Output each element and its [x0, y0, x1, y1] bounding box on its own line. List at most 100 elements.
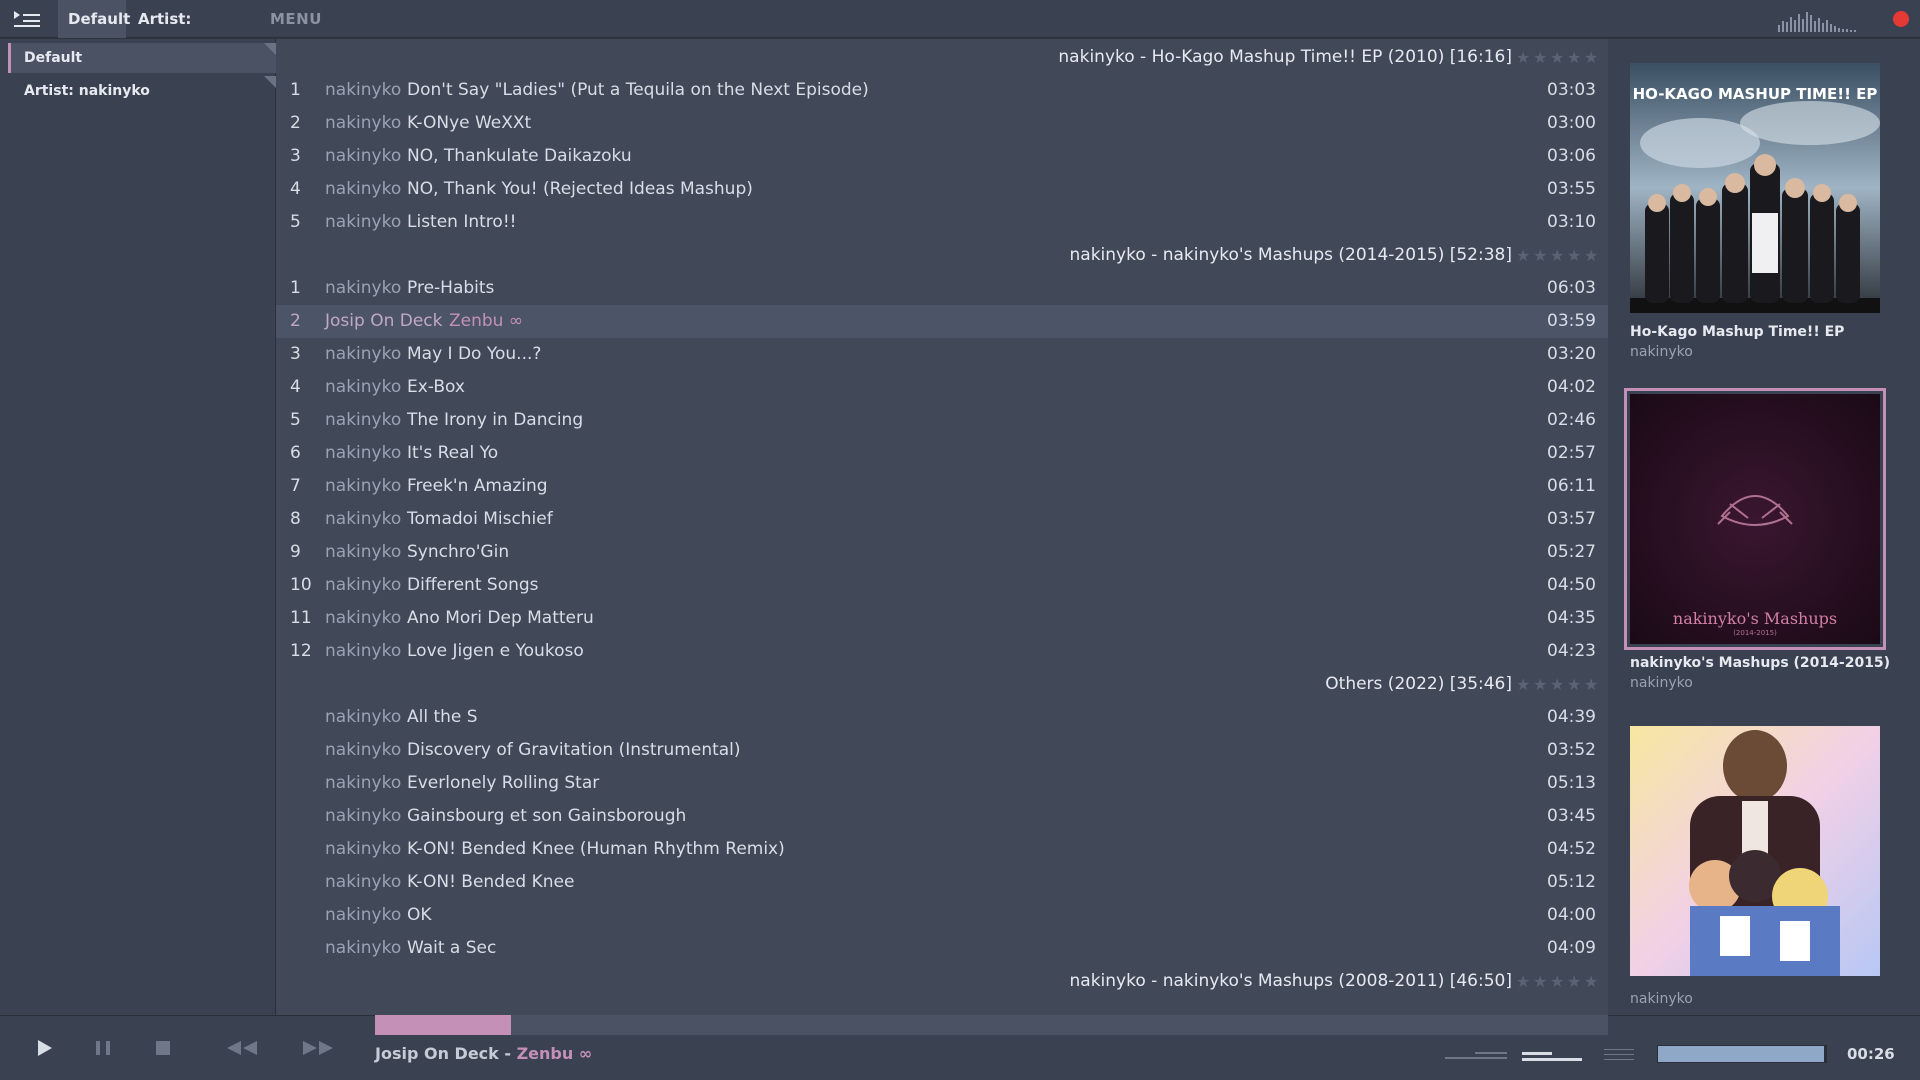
spectrum-bar [1822, 23, 1824, 32]
track-row[interactable]: 1 nakinyko Don't Say "Ladies" (Put a Tequi… [276, 74, 1608, 107]
playback-order-icon[interactable] [1445, 1047, 1507, 1063]
album-group-header[interactable]: nakinyko - nakinyko's Mashups (2008-2011… [276, 965, 1608, 998]
star-icon[interactable]: ★ [1567, 50, 1583, 66]
track-title: OK [407, 905, 432, 925]
star-icon[interactable]: ★ [1516, 50, 1532, 66]
track-artist: nakinyko [325, 443, 402, 463]
track-row[interactable]: 3 nakinyko NO, Thankulate Daikazoku 03:06 [276, 140, 1608, 173]
volume-slider[interactable] [1657, 1045, 1827, 1063]
track-row[interactable]: 8 nakinyko Tomadoi Mischief 03:57 [276, 503, 1608, 536]
track-number: 8 [290, 509, 301, 529]
sidebar-item-artist-nakinyko[interactable]: Artist: nakinyko [8, 76, 276, 106]
track-row[interactable]: 2 nakinyko K-ONye WeXXt 03:00 [276, 107, 1608, 140]
track-title: Pre-Habits [407, 278, 495, 298]
track-row[interactable]: nakinyko Gainsbourg et son Gainsborough 03… [276, 800, 1608, 833]
track-row[interactable]: nakinyko Everlonely Rolling Star 05:13 [276, 767, 1608, 800]
track-row[interactable]: 1 nakinyko Pre-Habits 06:03 [276, 272, 1608, 305]
track-row[interactable]: 7 nakinyko Freek'n Amazing 06:11 [276, 470, 1608, 503]
now-playing-text: Josip On Deck - Zenbu ∞ [375, 1044, 592, 1063]
star-icon[interactable]: ★ [1584, 50, 1600, 66]
star-icon[interactable]: ★ [1567, 677, 1583, 693]
track-row[interactable]: 5 nakinyko Listen Intro!! 03:10 [276, 206, 1608, 239]
track-row[interactable]: nakinyko Wait a Sec 04:09 [276, 932, 1608, 965]
next-icon[interactable] [298, 1032, 338, 1064]
star-icon[interactable]: ★ [1516, 248, 1532, 264]
star-icon[interactable]: ★ [1567, 248, 1583, 264]
seek-bar[interactable] [375, 1015, 1608, 1035]
star-icon[interactable]: ★ [1550, 248, 1566, 264]
stop-icon[interactable] [143, 1032, 183, 1064]
track-duration: 03:59 [1547, 311, 1596, 331]
track-artist: nakinyko [325, 938, 402, 958]
repeat-mode-icon[interactable] [1522, 1047, 1582, 1063]
track-row[interactable]: nakinyko K-ON! Bended Knee (Human Rhythm … [276, 833, 1608, 866]
rating-stars[interactable]: ★ ★ ★ ★ ★ [1516, 50, 1600, 66]
star-icon[interactable]: ★ [1584, 974, 1600, 990]
queue-list-icon[interactable] [1604, 1047, 1634, 1063]
track-row[interactable]: 5 nakinyko The Irony in Dancing 02:46 [276, 404, 1608, 437]
star-icon[interactable]: ★ [1550, 974, 1566, 990]
tab-artist-nakinyko[interactable]: Artist: nakinyko [128, 0, 258, 66]
track-duration: 06:03 [1547, 278, 1596, 298]
track-artist: nakinyko [325, 410, 402, 430]
star-icon[interactable]: ★ [1550, 677, 1566, 693]
spectrum-bar [1846, 29, 1848, 32]
track-duration: 04:50 [1547, 575, 1596, 595]
star-icon[interactable]: ★ [1516, 974, 1532, 990]
album-group-header[interactable]: Others (2022) [35:46] ★ ★ ★ ★ ★ [276, 668, 1608, 701]
close-icon[interactable] [1893, 11, 1909, 27]
album-cover-ho-kago[interactable]: HO-KAGO MASHUP TIME!! EP [1630, 63, 1880, 313]
track-row[interactable]: 6 nakinyko It's Real Yo 02:57 [276, 437, 1608, 470]
track-artist: nakinyko [325, 575, 402, 595]
track-row[interactable]: 3 nakinyko May I Do You...? 03:20 [276, 338, 1608, 371]
album-covers-panel: HO-KAGO MASHUP TIME!! EP Ho-Kago Mashup … [1608, 39, 1920, 1015]
track-number: 4 [290, 377, 301, 397]
star-icon[interactable]: ★ [1584, 248, 1600, 264]
track-duration: 03:45 [1547, 806, 1596, 826]
sidebar-item-default[interactable]: Default [8, 43, 276, 73]
track-number: 3 [290, 146, 301, 166]
playlist-menu-icon[interactable] [12, 8, 42, 30]
star-icon[interactable]: ★ [1533, 50, 1549, 66]
star-icon[interactable]: ★ [1567, 974, 1583, 990]
star-icon[interactable]: ★ [1533, 248, 1549, 264]
album-cover-nakinyko-mashups-2014[interactable]: nakinyko's Mashups (2014-2015) [1624, 388, 1886, 650]
album-cover-others[interactable] [1630, 726, 1880, 976]
track-number: 9 [290, 542, 301, 562]
menu-button[interactable]: MENU [270, 0, 322, 38]
track-row[interactable]: 12 nakinyko Love Jigen e Youkoso 04:23 [276, 635, 1608, 668]
track-row[interactable]: 2 Josip On Deck Zenbu ∞ 03:59 [276, 305, 1608, 338]
tab-default[interactable]: Default [58, 0, 130, 38]
track-row[interactable]: 4 nakinyko NO, Thank You! (Rejected Ideas … [276, 173, 1608, 206]
track-row[interactable]: 4 nakinyko Ex-Box 04:02 [276, 371, 1608, 404]
rating-stars[interactable]: ★ ★ ★ ★ ★ [1516, 677, 1600, 693]
track-row[interactable]: nakinyko All the S 04:39 [276, 701, 1608, 734]
track-row[interactable]: nakinyko OK 04:00 [276, 899, 1608, 932]
album-group-header[interactable]: nakinyko - Ho-Kago Mashup Time!! EP (201… [276, 41, 1608, 74]
album-group-header[interactable]: nakinyko - nakinyko's Mashups (2014-2015… [276, 239, 1608, 272]
track-number: 7 [290, 476, 301, 496]
playlist-view[interactable]: nakinyko - Ho-Kago Mashup Time!! EP (201… [276, 39, 1608, 1015]
track-row[interactable]: 11 nakinyko Ano Mori Dep Matteru 04:35 [276, 602, 1608, 635]
play-icon[interactable] [24, 1032, 64, 1064]
track-duration: 03:06 [1547, 146, 1596, 166]
track-row[interactable]: 9 nakinyko Synchro'Gin 05:27 [276, 536, 1608, 569]
track-row[interactable]: nakinyko K-ON! Bended Knee 05:12 [276, 866, 1608, 899]
star-icon[interactable]: ★ [1533, 974, 1549, 990]
rating-stars[interactable]: ★ ★ ★ ★ ★ [1516, 248, 1600, 264]
pause-icon[interactable] [83, 1032, 123, 1064]
rating-stars[interactable]: ★ ★ ★ ★ ★ [1516, 974, 1600, 990]
track-row[interactable]: 10 nakinyko Different Songs 04:50 [276, 569, 1608, 602]
star-icon[interactable]: ★ [1584, 677, 1600, 693]
spectrum-bar [1850, 30, 1852, 32]
cover-art-text: HO-KAGO MASHUP TIME!! EP [1633, 85, 1878, 103]
star-icon[interactable]: ★ [1550, 50, 1566, 66]
star-icon[interactable]: ★ [1516, 677, 1532, 693]
star-icon[interactable]: ★ [1533, 677, 1549, 693]
spectrum-bar [1810, 15, 1812, 32]
spectrum-bar [1826, 20, 1828, 32]
previous-icon[interactable] [222, 1032, 262, 1064]
volume-slider-fill [1658, 1046, 1825, 1062]
spectrum-visualizer[interactable] [1778, 10, 1878, 32]
track-row[interactable]: nakinyko Discovery of Gravitation (Instru… [276, 734, 1608, 767]
